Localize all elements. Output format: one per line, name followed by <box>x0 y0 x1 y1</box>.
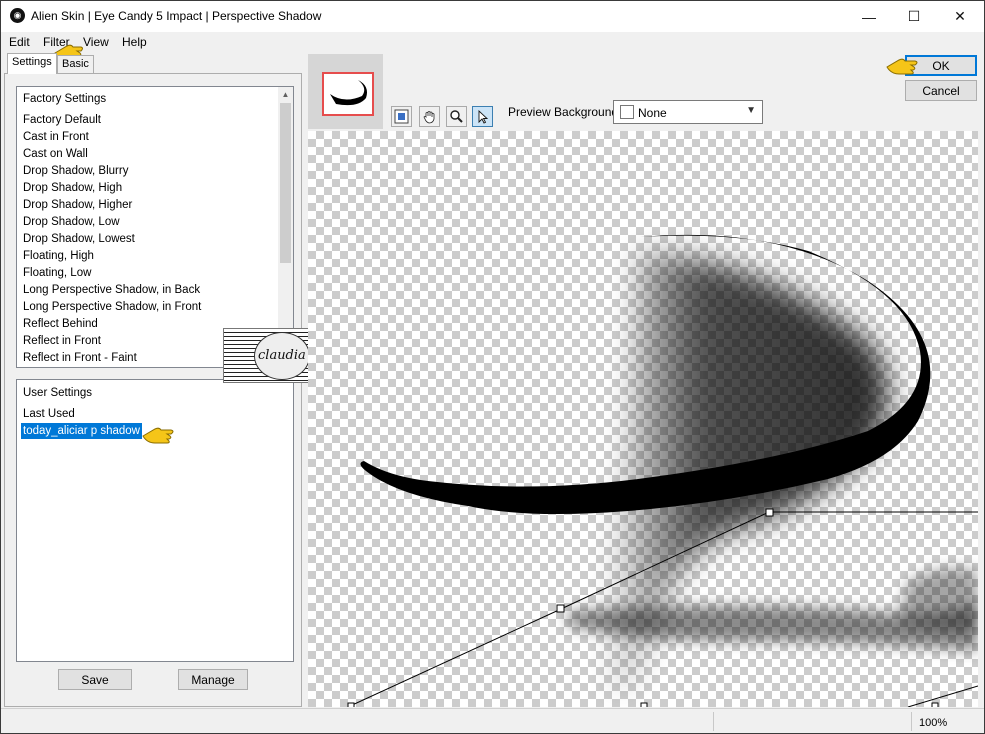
list-item[interactable]: Last Used <box>23 406 75 422</box>
preview-image <box>347 234 978 707</box>
status-bar: 100% <box>1 708 984 733</box>
navigator-viewport[interactable] <box>322 72 374 116</box>
minimize-button[interactable]: — <box>846 1 892 32</box>
list-item[interactable]: Reflect in Front - Faint <box>23 350 137 366</box>
status-separator <box>911 712 912 731</box>
menu-help[interactable]: Help <box>122 35 147 49</box>
list-item[interactable]: Drop Shadow, Low <box>23 214 120 230</box>
list-item[interactable]: Floating, High <box>23 248 94 264</box>
list-item[interactable]: Long Perspective Shadow, in Front <box>23 299 201 315</box>
menu-view[interactable]: View <box>83 35 109 49</box>
scroll-up-icon[interactable]: ▲ <box>278 87 293 102</box>
list-item-selected[interactable]: today_aliciar p shadow <box>21 423 142 439</box>
list-item[interactable]: Drop Shadow, Blurry <box>23 163 128 179</box>
pointing-hand-icon <box>886 58 918 75</box>
app-logo-icon: ◉ <box>10 8 25 23</box>
watermark-text: claudia <box>258 348 306 363</box>
maximize-button[interactable]: ☐ <box>891 1 937 32</box>
select-tool-button[interactable] <box>472 106 493 127</box>
preview-canvas[interactable] <box>308 131 978 707</box>
preview-background-label: Preview Background: <box>508 105 622 119</box>
menu-edit[interactable]: Edit <box>9 35 30 49</box>
zoom-tool-button[interactable] <box>446 106 467 127</box>
menu-bar: Edit Filter View Help <box>1 32 984 52</box>
list-item[interactable]: Drop Shadow, Lowest <box>23 231 135 247</box>
thumbnail-shape <box>330 80 367 106</box>
dropdown-chevron-icon: ▼ <box>746 105 756 116</box>
scroll-thumb[interactable] <box>280 103 291 263</box>
minimize-icon: — <box>862 8 876 25</box>
eye-candy-window: ◉ Alien Skin | Eye Candy 5 Impact | Pers… <box>0 0 985 734</box>
navigator-thumbnail[interactable] <box>308 54 383 129</box>
hand-tool-button[interactable] <box>419 106 440 127</box>
zoom-tool-icon <box>450 110 463 123</box>
pointing-hand-icon <box>142 427 174 444</box>
background-swatch <box>620 105 634 119</box>
maximize-icon: ☐ <box>907 8 921 24</box>
factory-settings-header: Factory Settings <box>23 93 107 105</box>
window-title: Alien Skin | Eye Candy 5 Impact | Perspe… <box>31 9 322 23</box>
factory-scrollbar[interactable]: ▲ <box>278 87 293 367</box>
factory-settings-list[interactable]: Factory Settings Factory Default Cast in… <box>16 86 294 368</box>
tab-settings[interactable]: Settings <box>7 53 57 74</box>
preview-background-select[interactable]: None ▼ <box>613 100 763 124</box>
preview-toggle-icon <box>394 109 409 124</box>
select-arrow-icon <box>478 109 489 124</box>
list-item[interactable]: Drop Shadow, High <box>23 180 122 196</box>
list-item[interactable]: Floating, Low <box>23 265 91 281</box>
close-icon: ✕ <box>954 8 966 24</box>
list-item[interactable]: Reflect in Front <box>23 333 101 349</box>
cancel-button[interactable]: Cancel <box>905 80 977 101</box>
list-item[interactable]: Factory Default <box>23 112 101 128</box>
list-item[interactable]: Drop Shadow, Higher <box>23 197 132 213</box>
preview-toggle-button[interactable] <box>391 106 412 127</box>
list-item[interactable]: Cast in Front <box>23 129 89 145</box>
settings-panel: Factory Settings Factory Default Cast in… <box>4 73 302 707</box>
preview-background-value: None <box>638 106 667 120</box>
status-separator <box>713 712 714 731</box>
user-settings-header: User Settings <box>23 387 93 399</box>
list-item[interactable]: Reflect Behind <box>23 316 98 332</box>
tab-basic[interactable]: Basic <box>57 55 94 74</box>
list-item[interactable]: Long Perspective Shadow, in Back <box>23 282 200 298</box>
user-settings-list[interactable]: User Settings Last Used today_aliciar p … <box>16 379 294 662</box>
zoom-level: 100% <box>919 717 948 729</box>
hand-tool-icon <box>423 111 435 124</box>
manage-button[interactable]: Manage <box>178 669 248 690</box>
close-button[interactable]: ✕ <box>937 1 983 32</box>
save-button[interactable]: Save <box>58 669 132 690</box>
list-item[interactable]: Cast on Wall <box>23 146 88 162</box>
title-bar: ◉ Alien Skin | Eye Candy 5 Impact | Pers… <box>1 1 984 32</box>
